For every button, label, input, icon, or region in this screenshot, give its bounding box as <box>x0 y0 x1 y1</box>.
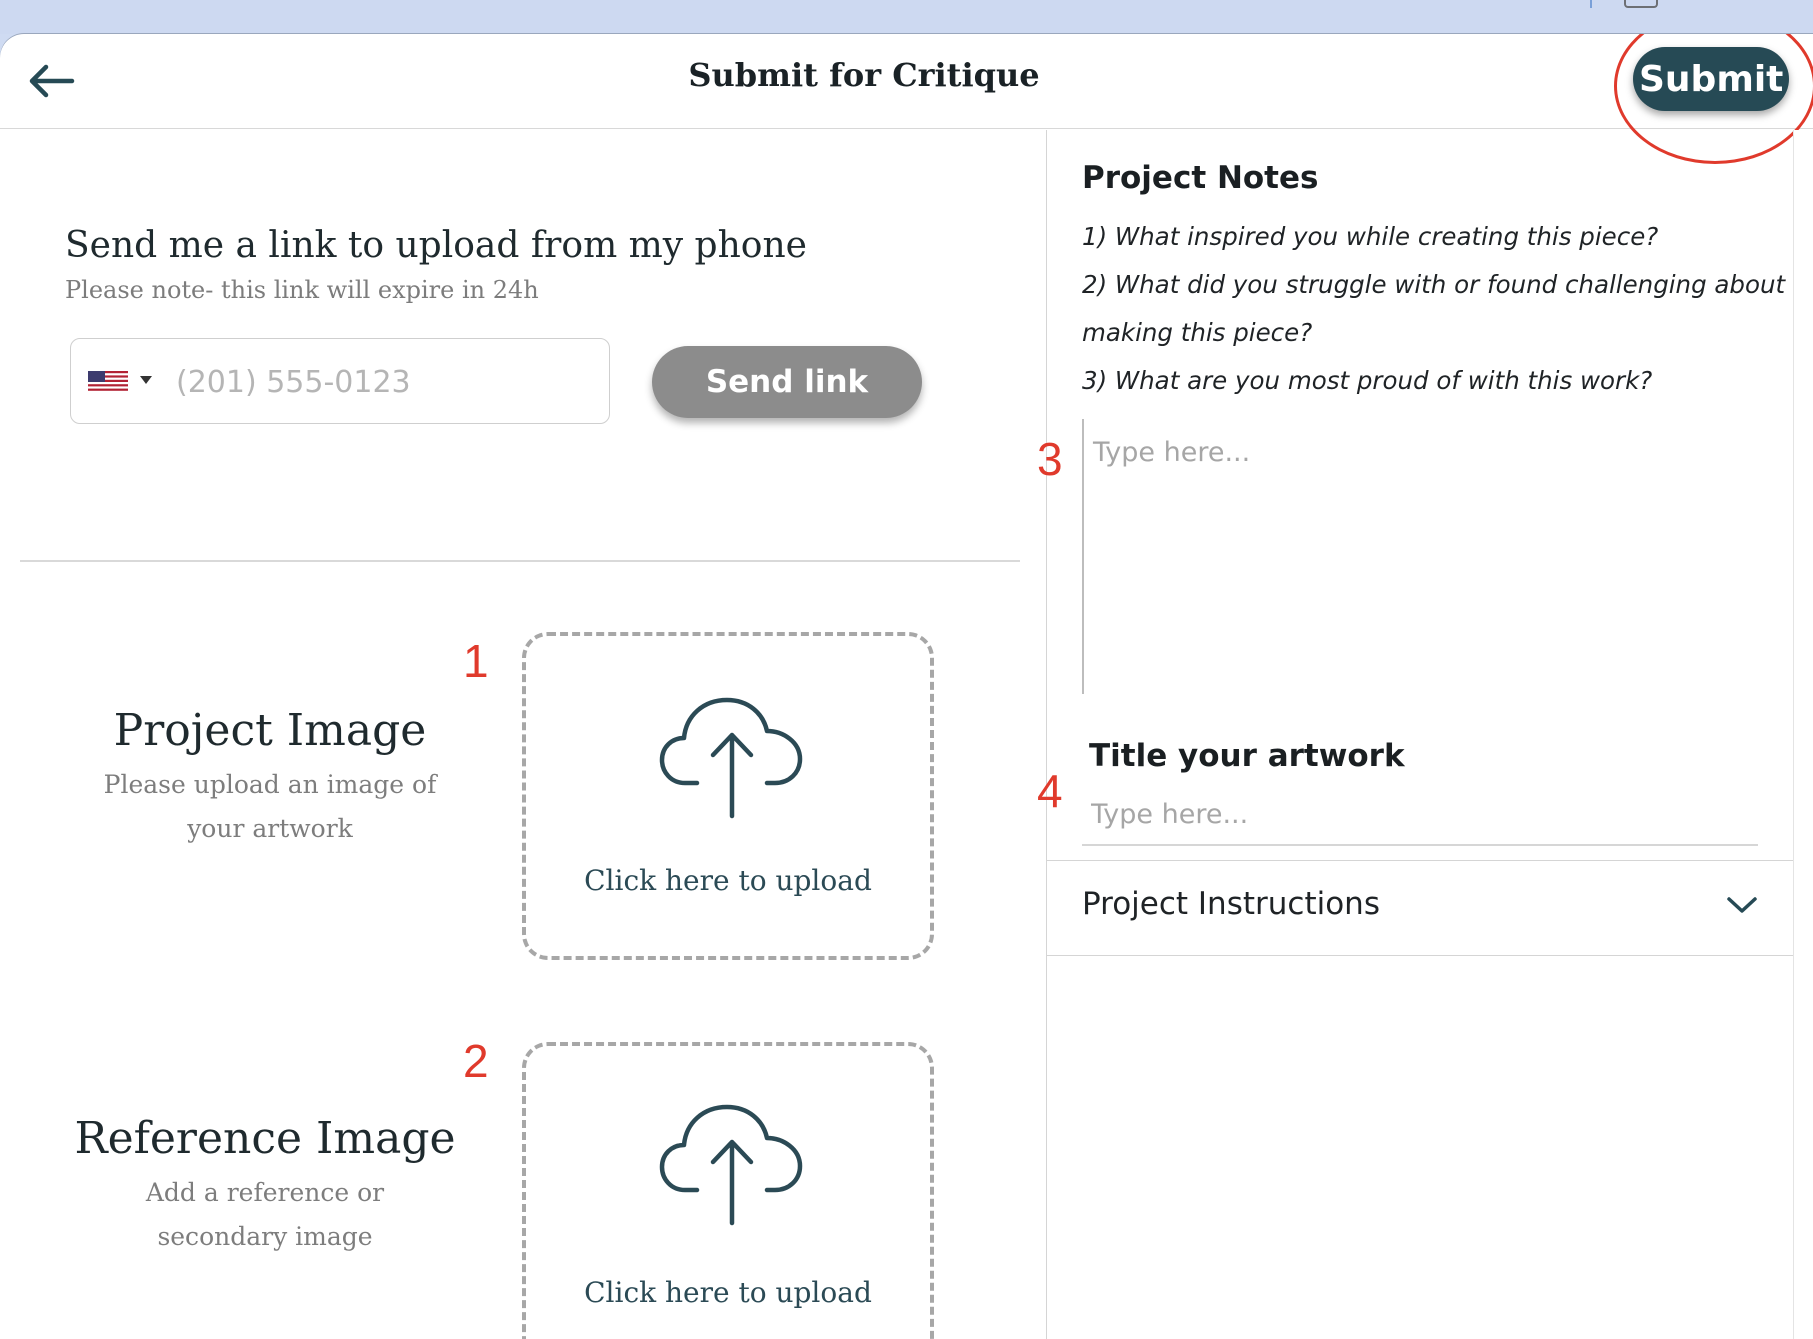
project-notes-textarea[interactable] <box>1082 419 1752 694</box>
phone-number-field <box>70 338 610 424</box>
send-link-button[interactable]: Send link <box>652 346 922 418</box>
phone-input[interactable] <box>174 357 598 407</box>
cloud-upload-icon <box>659 697 803 819</box>
browser-strip-icon <box>1624 0 1658 8</box>
notes-prompt-2-continued: making this piece? <box>1082 318 1313 347</box>
artwork-title-label: Title your artwork <box>1089 738 1405 774</box>
project-notes-title: Project Notes <box>1082 160 1319 196</box>
us-flag-icon[interactable] <box>88 371 128 393</box>
browser-top-strip <box>0 0 1813 34</box>
project-image-dropzone[interactable]: Click here to upload <box>522 632 934 960</box>
submit-button[interactable]: Submit <box>1633 47 1789 111</box>
country-dropdown-caret-icon[interactable] <box>140 376 152 384</box>
reference-image-label: Reference Image Add a reference or secon… <box>50 1111 480 1259</box>
phone-link-title: Send me a link to upload from my phone <box>65 225 807 266</box>
page-header: Submit for Critique Submit <box>0 34 1813 164</box>
notes-prompt-2: 2) What did you struggle with or found c… <box>1082 270 1786 299</box>
reference-image-title: Reference Image <box>74 1113 456 1164</box>
project-image-subtitle: Please upload an image of your artwork <box>103 770 437 843</box>
reference-image-upload-text: Click here to upload <box>584 1276 872 1309</box>
reference-image-subtitle: Add a reference or secondary image <box>145 1178 385 1251</box>
project-image-upload-text: Click here to upload <box>584 864 872 897</box>
annotation-marker-2: 2 <box>463 1035 489 1087</box>
browser-strip-mark <box>1590 0 1592 8</box>
phone-link-note: Please note- this link will expire in 24… <box>65 276 539 304</box>
notes-pane: Project Notes 1) What inspired you while… <box>1037 130 1796 1339</box>
project-instructions-label: Project Instructions <box>1082 886 1380 922</box>
project-image-label: Project Image Please upload an image of … <box>55 703 485 851</box>
section-divider <box>20 560 1020 562</box>
notes-prompt-1: 1) What inspired you while creating this… <box>1082 222 1659 251</box>
page-title: Submit for Critique <box>688 56 1040 94</box>
reference-image-dropzone[interactable]: Click here to upload <box>522 1042 934 1339</box>
project-instructions-toggle[interactable]: Project Instructions <box>1047 860 1795 956</box>
app-window: Submit for Critique Submit Send me a lin… <box>0 34 1813 1339</box>
scrollbar-track[interactable] <box>1793 130 1813 1339</box>
annotation-marker-1: 1 <box>463 635 489 687</box>
annotation-marker-3: 3 <box>1037 433 1063 485</box>
annotation-marker-4: 4 <box>1037 765 1063 817</box>
project-image-title: Project Image <box>113 705 427 756</box>
notes-prompt-3: 3) What are you most proud of with this … <box>1082 366 1653 395</box>
artwork-title-input[interactable] <box>1082 784 1758 846</box>
upload-pane: Send me a link to upload from my phone P… <box>0 130 1046 1339</box>
cloud-upload-icon <box>659 1104 803 1226</box>
chevron-down-icon <box>1727 897 1757 913</box>
